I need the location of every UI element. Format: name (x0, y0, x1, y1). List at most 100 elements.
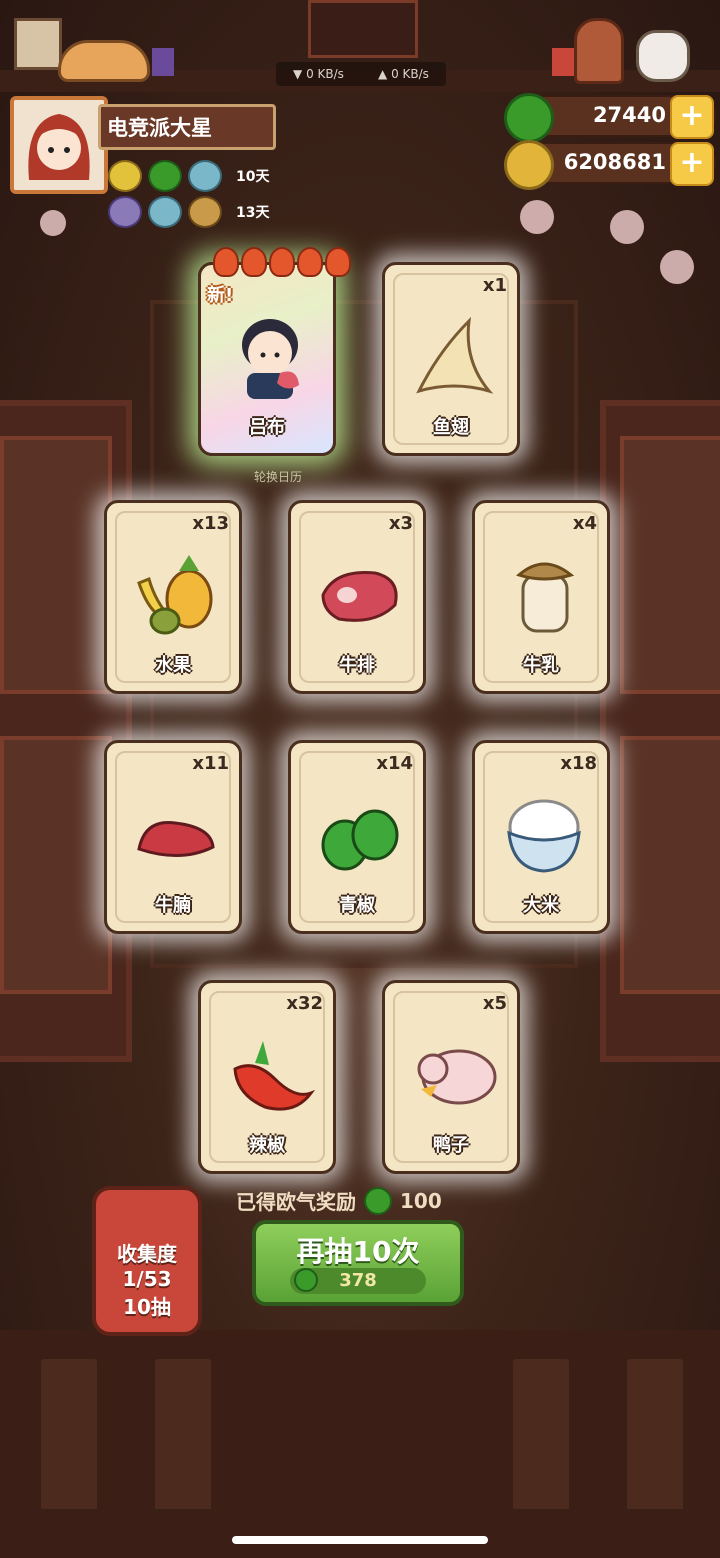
tool-buff-icon[interactable] (188, 196, 222, 228)
box-icon (552, 48, 574, 76)
download-speed: ▼ 0 KB/s (293, 67, 344, 81)
gem-buff-icon[interactable] (148, 160, 182, 192)
buff-days: 13天 (236, 205, 270, 221)
floor (0, 1330, 720, 1558)
card-count: x14 (376, 753, 413, 774)
new-badge: 新! (207, 285, 234, 306)
card-rice[interactable]: x18 大米 (472, 740, 610, 934)
lucky-reward: 已得欧气奖励 100 (236, 1186, 442, 1215)
card-chili[interactable]: x32 辣椒 (198, 980, 336, 1174)
fence-post (38, 1356, 100, 1512)
cat-icon (58, 40, 150, 82)
upload-speed: ▲ 0 KB/s (378, 67, 429, 81)
steak-icon (321, 570, 398, 622)
collection-progress: 1/53 (122, 1267, 172, 1291)
flame-icon (269, 247, 295, 277)
card-count: x18 (560, 753, 597, 774)
gem-value: 27440 (592, 103, 666, 127)
chili-icon (233, 1041, 315, 1111)
blossom-decoration (520, 200, 554, 234)
card-label: 牛排 (339, 655, 375, 676)
cat-icon (636, 30, 690, 82)
card-lubu[interactable]: 新! 吕布 (198, 247, 351, 456)
green-gem-icon (504, 93, 554, 143)
collection-lantern[interactable]: 收集度 1/53 10抽 (92, 1186, 202, 1336)
gold-coin-icon (504, 140, 554, 190)
card-label: 青椒 (339, 895, 375, 916)
card-label: 牛腩 (155, 895, 191, 916)
draw-again-button[interactable]: 再抽10次 378 (252, 1220, 464, 1306)
flame-icon (213, 247, 239, 277)
card-shark-fin[interactable]: x1 鱼翅 (382, 262, 520, 456)
card-steak[interactable]: x3 牛排 (288, 500, 426, 694)
duck-icon (417, 1049, 497, 1105)
coin-buff-icon[interactable] (108, 160, 142, 192)
card-label: 鱼翅 (433, 417, 469, 438)
character-icon (574, 18, 624, 84)
rice-bowl-icon (507, 799, 581, 873)
home-indicator[interactable] (232, 1536, 488, 1544)
rarity-flames (213, 247, 351, 277)
box-icon (152, 48, 174, 76)
bowl-buff-icon[interactable] (148, 196, 182, 228)
card-count: x3 (388, 513, 413, 534)
fence-post (152, 1356, 214, 1512)
green-pepper-icon (321, 809, 399, 871)
card-count: x32 (286, 993, 323, 1014)
collection-title: 收集度 (117, 1242, 177, 1266)
buff-row: 10天 (108, 160, 269, 192)
card-count: x1 (482, 275, 507, 296)
card-fruit[interactable]: x13 水果 (104, 500, 242, 694)
card-label: 牛乳 (523, 655, 559, 676)
card-label: 辣椒 (249, 1135, 285, 1156)
green-gem-icon (364, 1186, 392, 1215)
left-door (0, 400, 132, 1062)
card-count: x4 (572, 513, 597, 534)
add-gem-button[interactable]: + (670, 95, 714, 139)
card-label: 鸭子 (433, 1135, 469, 1156)
fence-post (624, 1356, 686, 1512)
avatar-character-icon (14, 100, 104, 190)
collection-draws: 10抽 (123, 1295, 171, 1319)
right-door (600, 400, 720, 1062)
green-gem-icon (294, 1268, 318, 1292)
character-buff-icon[interactable] (108, 196, 142, 228)
coin-counter: 6208681 + (504, 140, 716, 190)
portrait-frame (308, 0, 418, 58)
card-green-pepper[interactable]: x14 青椒 (288, 740, 426, 934)
draw-cost: 378 (290, 1268, 426, 1294)
card-label: 水果 (155, 655, 191, 676)
add-coin-button[interactable]: + (670, 142, 714, 186)
lubu-character-icon (242, 319, 299, 399)
flame-icon (241, 247, 267, 277)
bowl-buff-icon[interactable] (188, 160, 222, 192)
flame-icon (297, 247, 323, 277)
shark-fin-icon (416, 316, 494, 394)
background-sign: 轮换日历 (254, 470, 303, 484)
player-name[interactable]: 电竞派大星 (98, 104, 276, 150)
coin-value: 6208681 (563, 150, 666, 174)
gem-counter: 27440 + (504, 93, 716, 143)
buff-row: 13天 (108, 196, 269, 228)
player-avatar[interactable] (10, 96, 108, 194)
blossom-decoration (40, 210, 66, 236)
card-duck[interactable]: x5 鸭子 (382, 980, 520, 1174)
flame-icon (325, 247, 351, 277)
buff-days: 10天 (236, 169, 270, 185)
card-label: 吕布 (249, 417, 285, 438)
card-label: 大米 (523, 895, 559, 916)
fence-post (510, 1356, 572, 1512)
scroll-hanging-icon (14, 18, 62, 70)
card-brisket[interactable]: x11 牛腩 (104, 740, 242, 934)
blossom-decoration (610, 210, 644, 244)
card-count: x5 (482, 993, 507, 1014)
card-count: x13 (192, 513, 229, 534)
milk-jar-icon (516, 562, 575, 633)
card-count: x11 (192, 753, 229, 774)
network-speed: ▼ 0 KB/s ▲ 0 KB/s (276, 62, 446, 86)
draw-cost-value: 378 (339, 1270, 377, 1291)
reward-value: 100 (400, 1188, 442, 1213)
fruit-icon (137, 555, 213, 635)
card-milk[interactable]: x4 牛乳 (472, 500, 610, 694)
brisket-icon (137, 821, 215, 858)
